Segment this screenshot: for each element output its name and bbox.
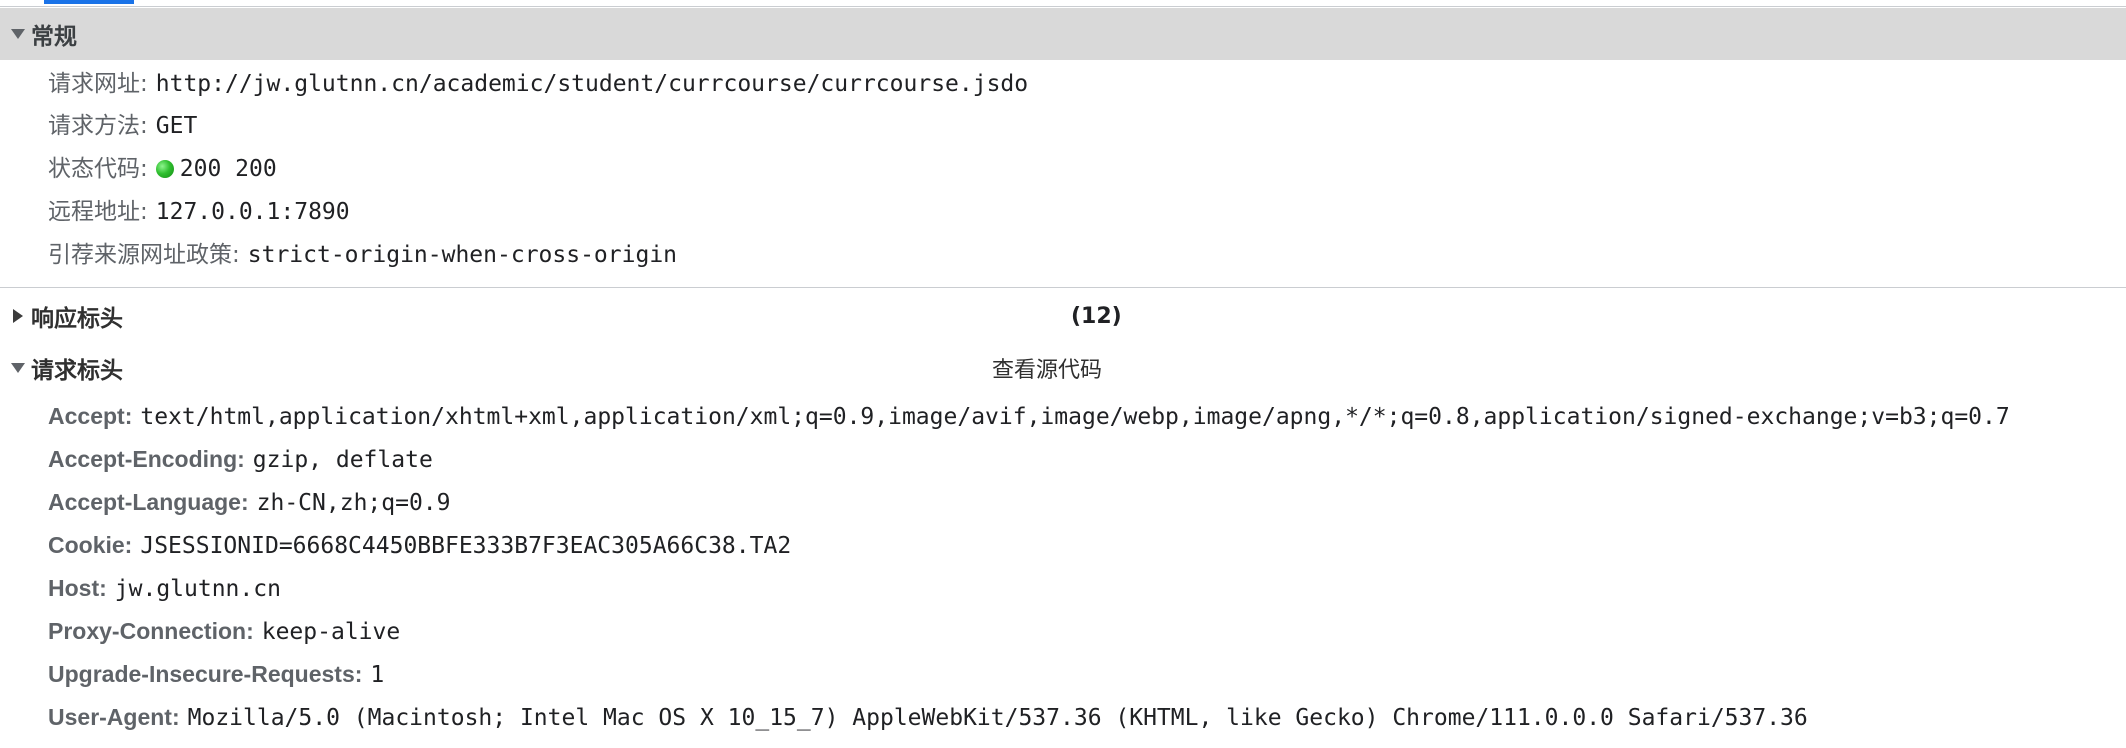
section-title-response: 响应标头 <box>31 306 123 332</box>
section-title-general: 常规 <box>31 24 77 50</box>
status-code-key: 状态代码: <box>48 156 148 182</box>
cookie-key: Cookie: <box>48 532 133 558</box>
tab-strip <box>0 0 2126 7</box>
request-method-key: 请求方法: <box>48 113 148 139</box>
section-title-request: 请求标头 <box>31 358 123 384</box>
response-header-count: (12) <box>1071 303 1122 329</box>
devtools-headers-panel: 常规 请求网址: http://jw.glutnn.cn/academic/stu… <box>0 0 2126 748</box>
general-row-request-method: 请求方法: GET <box>48 111 197 141</box>
proxy-connection-key: Proxy-Connection: <box>48 618 254 644</box>
host-key: Host: <box>48 575 107 601</box>
general-row-remote-address: 远程地址: 127.0.0.1:7890 <box>48 197 350 227</box>
view-source-link[interactable]: 查看源代码 <box>992 352 1102 384</box>
general-row-referrer-policy: 引荐来源网址政策: strict-origin-when-cross-origin <box>48 240 677 270</box>
proxy-connection-value: keep-alive <box>261 619 401 645</box>
user-agent-key: User-Agent: <box>48 704 180 730</box>
header-row-accept: Accept: text/html,application/xhtml+xml,a… <box>48 401 2010 432</box>
green-dot-icon <box>155 160 174 178</box>
active-tab-indicator <box>44 0 134 4</box>
header-row-proxy-connection: Proxy-Connection: keep-alive <box>48 616 400 647</box>
referrer-policy-value: strict-origin-when-cross-origin <box>247 242 678 268</box>
header-row-host: Host: jw.glutnn.cn <box>48 573 281 604</box>
remote-address-value: 127.0.0.1:7890 <box>155 199 350 225</box>
status-code-value: 200 200 <box>179 156 277 182</box>
caret-right-icon[interactable] <box>13 309 23 323</box>
header-row-user-agent: User-Agent: Mozilla/5.0 (Macintosh; Intel… <box>48 702 1808 733</box>
header-row-upgrade-insecure-requests: Upgrade-Insecure-Requests: 1 <box>48 659 384 690</box>
request-url-key: 请求网址: <box>48 71 148 97</box>
accept-key: Accept: <box>48 403 133 429</box>
section-header-general[interactable]: 常规 <box>0 8 2126 60</box>
upgrade-insecure-requests-key: Upgrade-Insecure-Requests: <box>48 661 363 687</box>
section-header-request[interactable]: 请求标头 查看源代码 <box>0 348 2126 388</box>
accept-encoding-key: Accept-Encoding: <box>48 446 245 472</box>
header-row-accept-encoding: Accept-Encoding: gzip, deflate <box>48 444 433 475</box>
cookie-value: JSESSIONID=6668C4450BBFE333B7F3EAC305A66… <box>140 533 792 559</box>
accept-language-key: Accept-Language: <box>48 489 249 515</box>
request-method-value: GET <box>155 113 198 139</box>
accept-value: text/html,application/xhtml+xml,applicat… <box>140 404 2010 430</box>
user-agent-value: Mozilla/5.0 (Macintosh; Intel Mac OS X 1… <box>187 705 1808 731</box>
request-url-value: http://jw.glutnn.cn/academic/student/cur… <box>155 71 1029 97</box>
header-row-cookie: Cookie: JSESSIONID=6668C4450BBFE333B7F3EA… <box>48 530 791 561</box>
host-value: jw.glutnn.cn <box>114 576 281 602</box>
accept-encoding-value: gzip, deflate <box>252 447 433 473</box>
header-row-accept-language: Accept-Language: zh-CN,zh;q=0.9 <box>48 487 451 518</box>
section-header-response[interactable]: 响应标头 (12) <box>0 296 2126 336</box>
general-row-request-url: 请求网址: http://jw.glutnn.cn/academic/studen… <box>48 69 1028 99</box>
caret-down-icon[interactable] <box>11 363 25 373</box>
referrer-policy-key: 引荐来源网址政策: <box>48 242 240 268</box>
general-row-status-code: 状态代码: 200 200 <box>48 154 277 184</box>
caret-down-icon[interactable] <box>11 29 25 39</box>
upgrade-insecure-requests-value: 1 <box>370 662 385 688</box>
remote-address-key: 远程地址: <box>48 199 148 225</box>
section-divider <box>0 287 2126 288</box>
accept-language-value: zh-CN,zh;q=0.9 <box>256 490 451 516</box>
